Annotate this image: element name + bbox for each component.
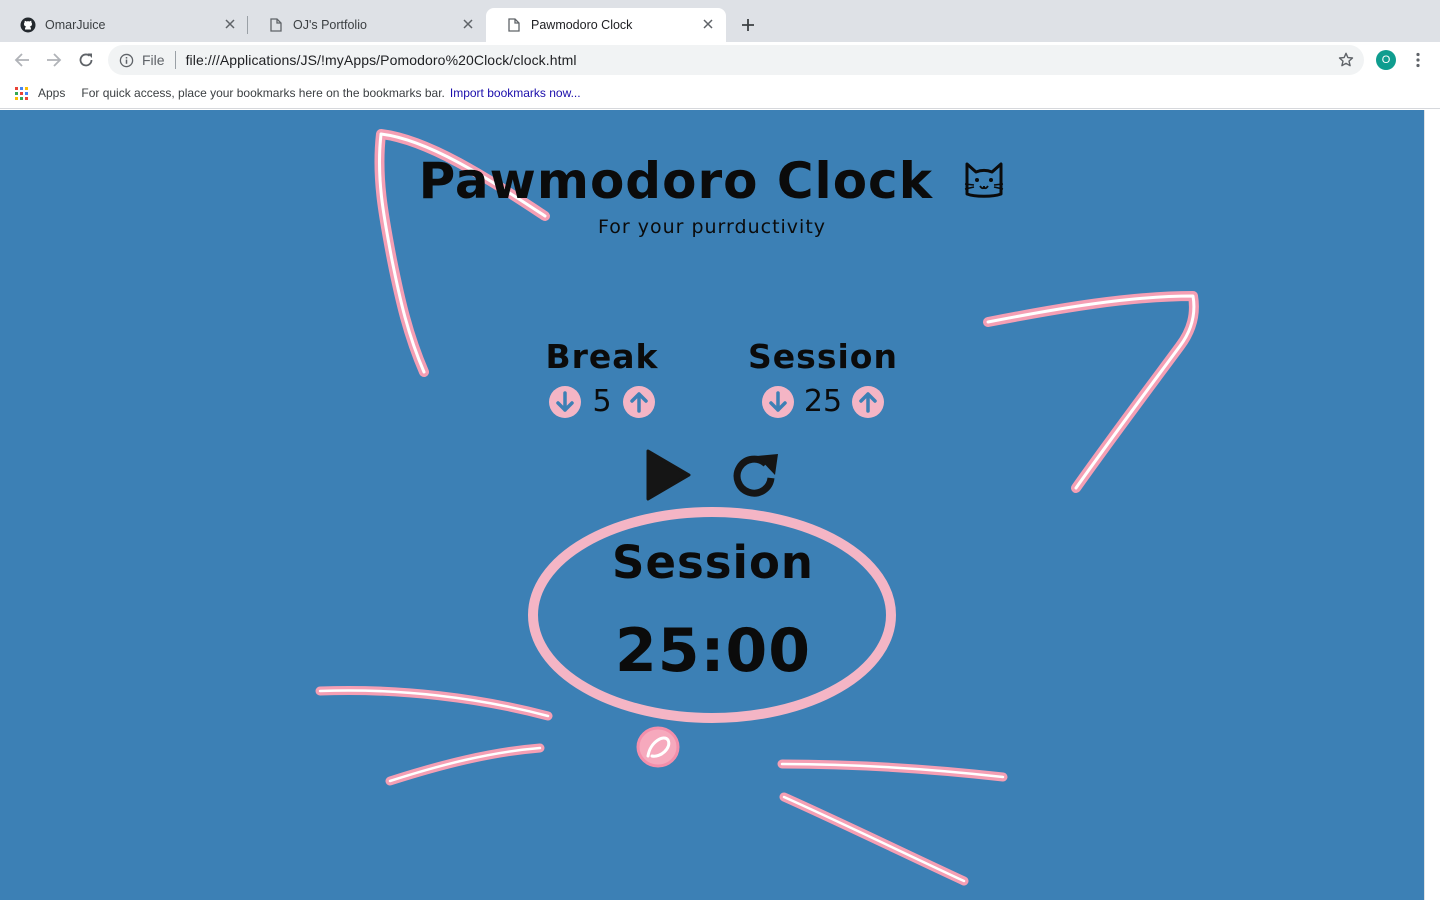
play-icon	[646, 449, 691, 501]
page-icon	[506, 17, 522, 33]
reload-button[interactable]	[76, 50, 96, 70]
apps-shortcut[interactable]: Apps	[38, 86, 65, 100]
arrow-right-icon	[47, 53, 62, 67]
url-scheme-label: File	[142, 52, 165, 68]
break-label: Break	[545, 337, 659, 376]
close-tab-icon[interactable]	[222, 16, 238, 32]
tab-label: Pawmodoro Clock	[531, 18, 633, 32]
timer-display: 25:00	[615, 616, 811, 686]
reset-icon	[733, 454, 778, 497]
timer-label: Session	[612, 536, 814, 589]
session-length-value: 25	[803, 384, 843, 419]
play-button[interactable]	[644, 448, 692, 502]
address-bar[interactable]: File file:///Applications/JS/!myApps/Pom…	[108, 45, 1364, 75]
tab-portfolio[interactable]: OJ's Portfolio	[248, 8, 486, 42]
session-decrement-button[interactable]	[761, 385, 794, 418]
tab-pawmodoro-clock[interactable]: Pawmodoro Clock	[486, 8, 726, 42]
app-title: Pawmodoro Clock	[0, 152, 1424, 210]
tab-label: OJ's Portfolio	[293, 18, 367, 32]
arrow-down-icon	[556, 390, 574, 412]
pawmodoro-page: Pawmodoro Clock For your purrductivity B…	[0, 110, 1424, 900]
plus-icon	[742, 19, 754, 31]
tab-strip: OmarJuice OJ's Portfolio Pawmodoro Clock	[0, 0, 1440, 42]
new-tab-button[interactable]	[738, 15, 758, 35]
bookmark-star-icon[interactable]	[1338, 52, 1354, 68]
session-label: Session	[748, 337, 898, 376]
close-tab-icon[interactable]	[700, 16, 716, 32]
url-text[interactable]: file:///Applications/JS/!myApps/Pomodoro…	[186, 52, 577, 68]
import-bookmarks-link[interactable]: Import bookmarks now...	[450, 86, 581, 100]
arrow-left-icon	[14, 53, 29, 67]
profile-avatar[interactable]: O	[1376, 50, 1396, 70]
apps-grid-icon[interactable]	[15, 86, 28, 100]
break-decrement-button[interactable]	[549, 385, 581, 418]
reset-button[interactable]	[730, 450, 782, 502]
arrow-up-icon	[859, 391, 877, 413]
forward-button[interactable]	[44, 50, 64, 70]
reload-icon	[79, 53, 93, 67]
app-subtitle: For your purrductivity	[597, 216, 827, 238]
back-button[interactable]	[12, 50, 32, 70]
session-increment-button[interactable]	[852, 385, 885, 418]
close-tab-icon[interactable]	[460, 16, 476, 32]
session-length-control: Session 25	[743, 337, 903, 419]
page-scrollbar-gutter[interactable]	[1424, 110, 1440, 900]
tab-label: OmarJuice	[45, 18, 106, 32]
app-title-text: Pawmodoro Clock	[418, 152, 933, 210]
bookmarks-hint: For quick access, place your bookmarks h…	[81, 86, 445, 100]
break-length-control: Break 5	[522, 337, 682, 419]
break-length-value: 5	[592, 384, 612, 419]
arrow-up-icon	[630, 391, 648, 413]
cat-whisker-doodles	[315, 685, 1008, 886]
page-icon	[268, 17, 284, 33]
browser-toolbar: File file:///Applications/JS/!myApps/Pom…	[0, 42, 1440, 78]
arrow-down-icon	[769, 390, 787, 412]
break-increment-button[interactable]	[623, 385, 655, 418]
cat-nose-doodle	[636, 726, 680, 768]
bookmarks-bar: Apps For quick access, place your bookma…	[0, 78, 1440, 109]
tab-omarjuice[interactable]: OmarJuice	[0, 8, 248, 42]
info-icon[interactable]	[118, 52, 134, 68]
cat-face-icon	[963, 152, 1005, 210]
browser-menu-icon[interactable]	[1410, 50, 1426, 70]
github-icon	[20, 17, 36, 33]
omnibox-divider	[174, 51, 176, 69]
